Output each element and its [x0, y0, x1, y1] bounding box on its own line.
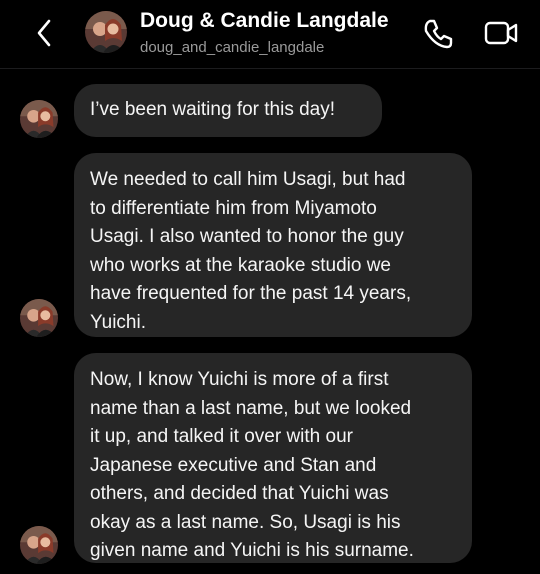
sender-avatar[interactable]: [20, 299, 58, 337]
sender-avatar[interactable]: [20, 526, 58, 564]
voice-call-button[interactable]: [420, 15, 456, 51]
message-bubble[interactable]: We needed to call him Usagi, but had to …: [74, 153, 472, 337]
contact-handle: doug_and_candie_langdale: [140, 39, 325, 56]
video-camera-icon: [484, 21, 518, 45]
message-bubble[interactable]: I’ve been waiting for this day!: [74, 84, 382, 137]
sender-avatar[interactable]: [20, 100, 58, 138]
chevron-left-icon: [37, 19, 51, 47]
video-call-button[interactable]: [482, 16, 522, 50]
message-bubble[interactable]: Now, I know Yuichi is more of a first na…: [74, 353, 472, 563]
contact-name[interactable]: Doug & Candie Langdale: [140, 9, 389, 33]
contact-avatar[interactable]: [85, 11, 127, 53]
chat-header: Doug & Candie Langdale doug_and_candie_l…: [0, 0, 540, 69]
phone-icon: [424, 19, 453, 49]
back-button[interactable]: [30, 16, 60, 50]
